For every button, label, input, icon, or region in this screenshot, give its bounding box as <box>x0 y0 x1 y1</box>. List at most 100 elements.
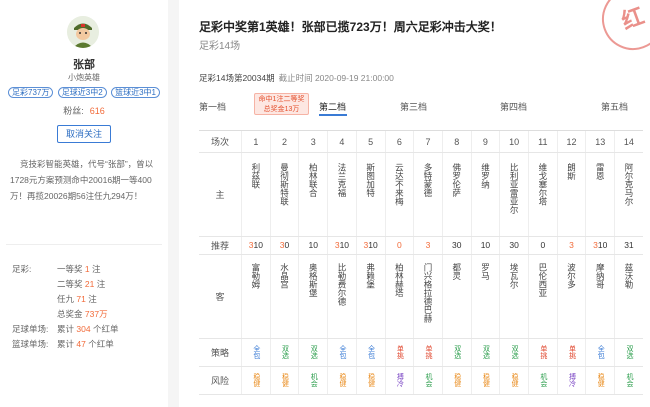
guest-team-cell[interactable]: 柏林赫塔 <box>384 255 414 338</box>
risk-cell: 机会 <box>614 367 643 394</box>
guest-team-cell[interactable]: 波尔多 <box>556 255 586 338</box>
guest-team-cell[interactable]: 罗马 <box>470 255 500 338</box>
host-team-name: 法兰克福 <box>336 163 347 197</box>
strategy-value: 双选 <box>281 345 289 359</box>
guest-team-cell[interactable]: 奥格斯堡 <box>298 255 327 338</box>
stat-row: 足彩: 一等奖 1 注 <box>12 262 162 277</box>
risk-value: 稳健 <box>338 373 346 387</box>
header-label: 场次 <box>210 137 229 147</box>
host-team-name: 曼彻斯特联 <box>279 163 290 206</box>
match-number: 5 <box>355 131 385 152</box>
tab-tier-3[interactable]: 第三档 <box>400 100 427 113</box>
match-number: 4 <box>327 131 356 152</box>
divider <box>6 244 162 245</box>
recommend-home: 3 <box>569 240 574 250</box>
host-team-name: 维罗纳 <box>480 163 491 189</box>
strategy-value: 双选 <box>453 345 461 359</box>
profile-sidebar: 张部 小炮英雄 足彩737万 足球近3中2 篮球近3中1 粉丝: 616 取消关注… <box>0 0 168 407</box>
host-team-cell[interactable]: 比利亚雷亚尔 <box>499 153 528 236</box>
guest-team-cell[interactable]: 都灵 <box>441 255 471 338</box>
host-team-cell[interactable]: 多特蒙德 <box>413 153 442 236</box>
guest-team-cell[interactable]: 富勒姆 <box>241 255 270 338</box>
guest-label: 客 <box>215 292 225 302</box>
guest-team-name: 水晶宫 <box>279 263 290 289</box>
strategy-value: 双选 <box>511 345 519 359</box>
badge-football-recent[interactable]: 足球近3中2 <box>57 87 107 98</box>
risk-value: 搏冷 <box>396 373 404 387</box>
tab-tier-1[interactable]: 第一档 <box>199 100 226 113</box>
soldier-avatar-icon[interactable] <box>67 16 99 48</box>
host-team-name: 佛罗伦萨 <box>451 163 462 197</box>
recommend-cell: 30 <box>499 237 528 254</box>
risk-cell: 搏冷 <box>384 367 414 394</box>
tab-tier-4[interactable]: 第四档 <box>500 100 527 113</box>
guest-team-name: 兹沃勒 <box>623 263 634 289</box>
guest-team-cell[interactable]: 比勒费尔德 <box>327 255 356 338</box>
stat-label: 篮球单场: <box>12 339 49 349</box>
strategy-label: 策略 <box>210 348 229 358</box>
tab-tier-5[interactable]: 第五档 <box>601 100 628 113</box>
host-team-cell[interactable]: 雷恩 <box>585 153 614 236</box>
stat-value: 二等奖 21 注 <box>57 279 106 289</box>
strategy-value: 单挑 <box>425 345 433 359</box>
host-team-cell[interactable]: 柏林联合 <box>298 153 327 236</box>
risk-cell: 搏冷 <box>556 367 586 394</box>
risk-cell: 稳健 <box>241 367 270 394</box>
guest-team-cell[interactable]: 弗赖堡 <box>355 255 385 338</box>
stat-row: 总奖金 737万 <box>12 307 162 322</box>
risk-cell: 稳健 <box>355 367 385 394</box>
strategy-cell: 全包 <box>355 339 385 366</box>
stat-row: 二等奖 21 注 <box>12 277 162 292</box>
strategy-cell: 全包 <box>585 339 614 366</box>
stat-value: 一等奖 1 注 <box>57 264 101 274</box>
host-team-cell[interactable]: 法兰克福 <box>327 153 356 236</box>
guest-team-name: 门兴格拉德巴赫 <box>423 263 434 323</box>
guest-team-cell[interactable]: 门兴格拉德巴赫 <box>413 255 442 338</box>
guest-team-cell[interactable]: 埃瓦尔 <box>499 255 528 338</box>
guest-team-cell[interactable]: 水晶宫 <box>269 255 299 338</box>
guest-team-name: 都灵 <box>451 263 462 280</box>
risk-cell: 稳健 <box>470 367 500 394</box>
host-team-name: 比利亚雷亚尔 <box>509 163 520 214</box>
host-team-cell[interactable]: 维罗纳 <box>470 153 500 236</box>
strategy-value: 单挑 <box>539 345 547 359</box>
host-team-cell[interactable]: 佛罗伦萨 <box>441 153 471 236</box>
period-label: 足彩14场第20034期 <box>199 73 275 83</box>
table-header-row: 场次 1 2 3 4 5 6 7 8 9 10 11 12 13 14 <box>199 131 643 153</box>
host-team-name: 斯图加特 <box>365 163 376 197</box>
host-team-cell[interactable]: 维戈塞尔塔 <box>528 153 557 236</box>
host-team-name: 维戈塞尔塔 <box>537 163 548 206</box>
host-team-cell[interactable]: 朗斯 <box>556 153 586 236</box>
tab-tier-2[interactable]: 第二档 <box>319 100 346 113</box>
recommend-other: 30 <box>452 240 462 250</box>
host-team-cell[interactable]: 曼彻斯特联 <box>269 153 299 236</box>
host-team-name: 云达不来梅 <box>394 163 405 206</box>
host-team-cell[interactable]: 云达不来梅 <box>384 153 414 236</box>
strategy-cell: 双选 <box>441 339 471 366</box>
active-tab-indicator <box>319 114 347 116</box>
recommend-other: 10 <box>597 240 608 250</box>
guest-team-name: 柏林赫塔 <box>394 263 405 297</box>
fans-number: 616 <box>89 106 105 116</box>
guest-team-cell[interactable]: 摩纳哥 <box>585 255 614 338</box>
risk-value: 稳健 <box>511 373 519 387</box>
risk-cell: 机会 <box>528 367 557 394</box>
badge-football-total[interactable]: 足彩737万 <box>8 87 54 98</box>
guest-team-cell[interactable]: 兹沃勒 <box>614 255 643 338</box>
recommend-home: 0 <box>396 240 402 250</box>
match-number: 12 <box>556 131 586 152</box>
strategy-value: 单挑 <box>396 345 404 359</box>
badge-basketball-recent[interactable]: 篮球近3中1 <box>111 87 160 98</box>
risk-cell: 机会 <box>413 367 442 394</box>
strategy-cell: 双选 <box>499 339 528 366</box>
guest-team-name: 奥格斯堡 <box>308 263 319 297</box>
fans-count: 粉丝: 616 <box>0 104 168 117</box>
risk-cell: 稳健 <box>269 367 299 394</box>
guest-team-cell[interactable]: 巴伦西亚 <box>528 255 557 338</box>
host-team-cell[interactable]: 利茲联 <box>241 153 270 236</box>
host-team-cell[interactable]: 斯图加特 <box>355 153 385 236</box>
host-team-cell[interactable]: 阿尔克马尔 <box>614 153 643 236</box>
unfollow-button[interactable]: 取消关注 <box>57 125 111 143</box>
guest-team-name: 富勒姆 <box>250 263 261 289</box>
recommend-other: 10 <box>308 240 318 250</box>
